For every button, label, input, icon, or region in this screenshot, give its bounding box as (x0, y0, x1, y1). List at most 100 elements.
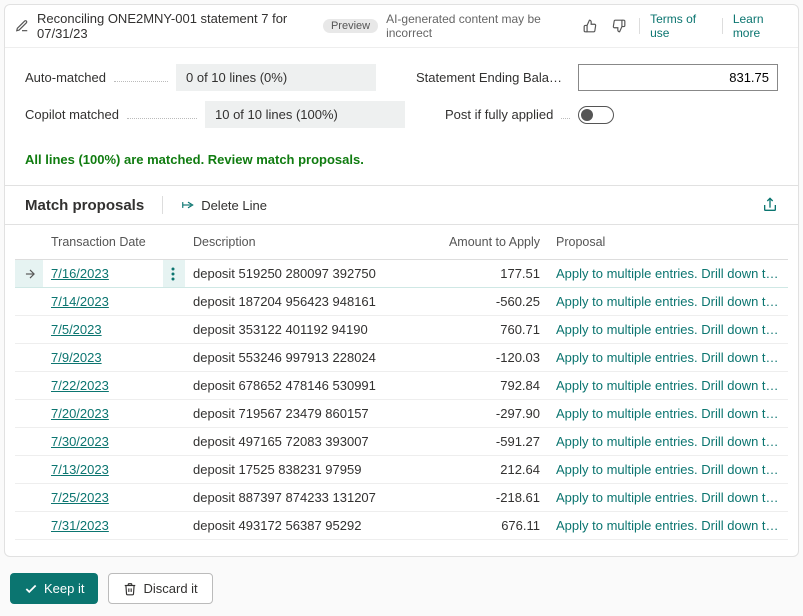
row-more-icon[interactable] (163, 260, 185, 288)
copilot-matched-label: Copilot matched (25, 107, 119, 122)
learn-more-link[interactable]: Learn more (733, 12, 788, 40)
row-indicator (15, 372, 43, 400)
thumbs-down-icon[interactable] (609, 15, 629, 37)
cell-proposal[interactable]: Apply to multiple entries. Drill down to… (548, 288, 788, 316)
cell-amount: 676.11 (428, 512, 548, 540)
check-icon (24, 582, 38, 596)
thumbs-up-icon[interactable] (580, 15, 600, 37)
cell-desc: deposit 353122 401192 94190 (185, 316, 428, 344)
row-more-icon[interactable] (163, 456, 185, 484)
row-more-icon[interactable] (163, 288, 185, 316)
cell-date[interactable]: 7/5/2023 (43, 316, 163, 344)
col-amount[interactable]: Amount to Apply (428, 225, 548, 260)
cell-date[interactable]: 7/16/2023 (43, 260, 163, 288)
auto-matched-value: 0 of 10 lines (0%) (176, 64, 376, 91)
row-indicator (15, 260, 43, 288)
trash-icon (123, 582, 137, 596)
cell-proposal[interactable]: Apply to multiple entries. Drill down to… (548, 260, 788, 288)
row-more-icon[interactable] (163, 400, 185, 428)
cell-desc: deposit 678652 478146 530991 (185, 372, 428, 400)
cell-desc: deposit 553246 997913 228024 (185, 344, 428, 372)
post-if-applied-toggle[interactable] (578, 106, 614, 124)
cell-desc: deposit 17525 838231 97959 (185, 456, 428, 484)
auto-matched-label: Auto-matched (25, 70, 106, 85)
dots (561, 111, 570, 119)
cell-date[interactable]: 7/25/2023 (43, 484, 163, 512)
delete-line-label: Delete Line (201, 198, 267, 213)
row-more-icon[interactable] (163, 372, 185, 400)
cell-amount: 760.71 (428, 316, 548, 344)
cell-proposal[interactable]: Apply to multiple entries. Drill down to… (548, 512, 788, 540)
cell-proposal[interactable]: Apply to multiple entries. Drill down to… (548, 456, 788, 484)
cell-proposal[interactable]: Apply to multiple entries. Drill down to… (548, 316, 788, 344)
cell-date[interactable]: 7/30/2023 (43, 428, 163, 456)
delete-line-button[interactable]: Delete Line (181, 198, 267, 213)
cell-desc: deposit 519250 280097 392750 (185, 260, 428, 288)
keep-it-button[interactable]: Keep it (10, 573, 98, 604)
cell-amount: 792.84 (428, 372, 548, 400)
page-title: Reconciling ONE2MNY-001 statement 7 for … (37, 11, 315, 41)
row-indicator (15, 344, 43, 372)
proposals-table: Transaction Date Description Amount to A… (15, 225, 788, 540)
cell-proposal[interactable]: Apply to multiple entries. Drill down to… (548, 428, 788, 456)
table-row[interactable]: 7/5/2023 deposit 353122 401192 94190760.7… (15, 316, 788, 344)
edit-icon[interactable] (15, 19, 29, 33)
table-row[interactable]: 7/13/2023 deposit 17525 838231 97959212.6… (15, 456, 788, 484)
row-indicator (15, 400, 43, 428)
cell-amount: -120.03 (428, 344, 548, 372)
cell-desc: deposit 493172 56387 95292 (185, 512, 428, 540)
status-line: All lines (100%) are matched. Review mat… (5, 146, 798, 185)
share-icon[interactable] (762, 197, 778, 213)
dots (127, 111, 197, 119)
terms-link[interactable]: Terms of use (650, 12, 712, 40)
row-more-icon[interactable] (163, 512, 185, 540)
cell-date[interactable]: 7/22/2023 (43, 372, 163, 400)
table-row[interactable]: 7/9/2023 deposit 553246 997913 228024-120… (15, 344, 788, 372)
cell-amount: -560.25 (428, 288, 548, 316)
cell-amount: -218.61 (428, 484, 548, 512)
cell-date[interactable]: 7/9/2023 (43, 344, 163, 372)
cell-date[interactable]: 7/20/2023 (43, 400, 163, 428)
table-row[interactable]: 7/30/2023 deposit 497165 72083 393007-591… (15, 428, 788, 456)
discard-it-button[interactable]: Discard it (108, 573, 212, 604)
divider (639, 18, 640, 34)
row-more-icon[interactable] (163, 316, 185, 344)
ending-balance-label: Statement Ending Bala… (416, 70, 562, 85)
cell-proposal[interactable]: Apply to multiple entries. Drill down to… (548, 400, 788, 428)
cell-desc: deposit 719567 23479 860157 (185, 400, 428, 428)
delete-line-icon (181, 198, 195, 212)
ending-balance-input[interactable] (578, 64, 778, 91)
row-more-icon[interactable] (163, 428, 185, 456)
section-title: Match proposals (25, 197, 144, 214)
col-desc[interactable]: Description (185, 225, 428, 260)
cell-date[interactable]: 7/31/2023 (43, 512, 163, 540)
row-more-icon[interactable] (163, 484, 185, 512)
table-row[interactable]: 7/16/2023 deposit 519250 280097 392750177… (15, 260, 788, 288)
cell-proposal[interactable]: Apply to multiple entries. Drill down to… (548, 344, 788, 372)
cell-amount: 177.51 (428, 260, 548, 288)
cell-proposal[interactable]: Apply to multiple entries. Drill down to… (548, 372, 788, 400)
table-row[interactable]: 7/22/2023 deposit 678652 478146 530991792… (15, 372, 788, 400)
preview-badge: Preview (323, 19, 378, 33)
cell-desc: deposit 497165 72083 393007 (185, 428, 428, 456)
cell-date[interactable]: 7/14/2023 (43, 288, 163, 316)
cell-amount: 212.64 (428, 456, 548, 484)
col-date[interactable]: Transaction Date (43, 225, 163, 260)
row-more-icon[interactable] (163, 344, 185, 372)
table-row[interactable]: 7/31/2023 deposit 493172 56387 95292676.1… (15, 512, 788, 540)
table-row[interactable]: 7/20/2023 deposit 719567 23479 860157-297… (15, 400, 788, 428)
cell-amount: -297.90 (428, 400, 548, 428)
col-proposal[interactable]: Proposal (548, 225, 788, 260)
ai-hint: AI-generated content may be incorrect (386, 12, 570, 40)
row-indicator (15, 288, 43, 316)
post-if-applied-label: Post if fully applied (445, 107, 553, 122)
cell-desc: deposit 887397 874233 131207 (185, 484, 428, 512)
row-indicator (15, 512, 43, 540)
cell-proposal[interactable]: Apply to multiple entries. Drill down to… (548, 484, 788, 512)
row-indicator (15, 484, 43, 512)
table-row[interactable]: 7/14/2023deposit 187204 956423 948161-56… (15, 288, 788, 316)
table-row[interactable]: 7/25/2023 deposit 887397 874233 131207-21… (15, 484, 788, 512)
cell-amount: -591.27 (428, 428, 548, 456)
divider (722, 18, 723, 34)
cell-date[interactable]: 7/13/2023 (43, 456, 163, 484)
